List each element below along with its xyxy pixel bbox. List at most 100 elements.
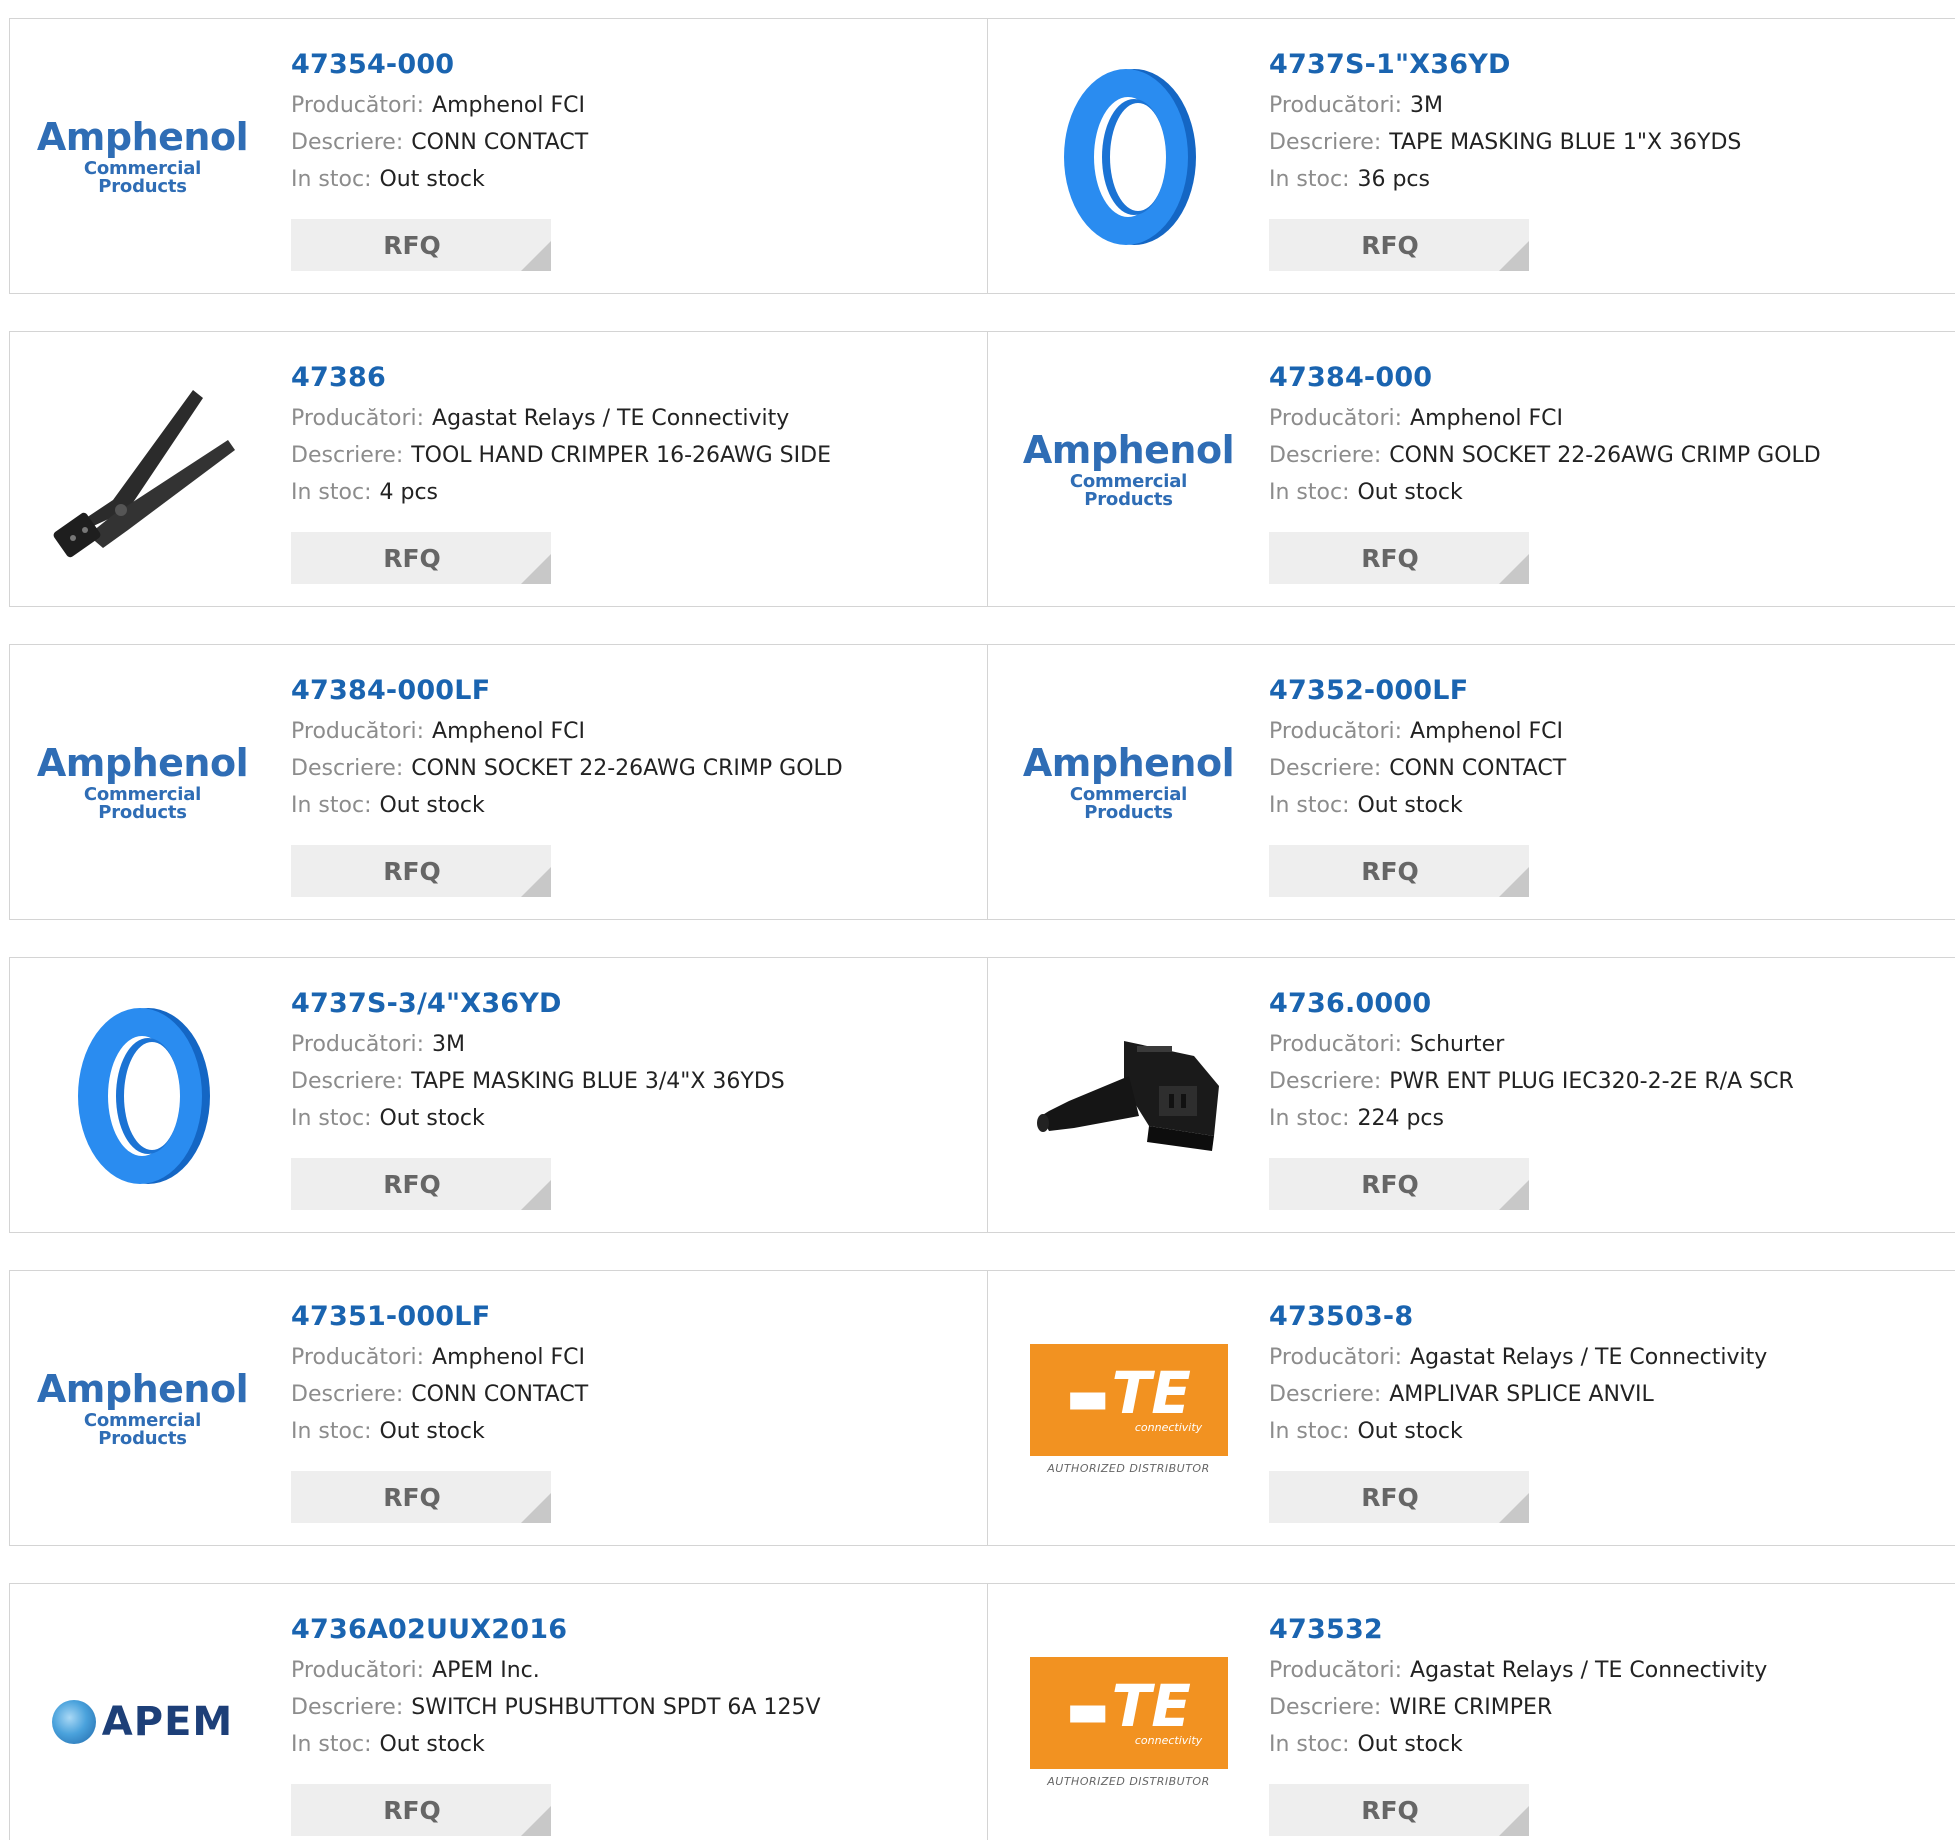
product-image[interactable]: Amphenol Commercial Products <box>36 683 249 883</box>
product-info: 47384-000LF Producători: Amphenol FCI Des… <box>291 673 843 824</box>
product-image[interactable] <box>40 996 245 1196</box>
rfq-button[interactable]: RFQ <box>291 1158 551 1210</box>
stock-label: In stoc: <box>1269 167 1350 192</box>
stock-value: Out stock <box>379 793 485 818</box>
part-number-link[interactable]: 47354-000 <box>291 47 588 87</box>
product-image[interactable]: Amphenol Commercial Products <box>1022 683 1235 883</box>
description-label: Descriere: <box>1269 130 1382 155</box>
product-image[interactable] <box>1026 996 1231 1196</box>
amphenol-logo: Amphenol Commercial Products <box>1022 741 1235 823</box>
product-image[interactable]: Amphenol Commercial Products <box>1023 370 1235 570</box>
manufacturer-label: Producători: <box>291 1032 425 1057</box>
description-value: CONN CONTACT <box>411 1382 589 1407</box>
hand-crimper-image <box>53 390 235 558</box>
part-number-link[interactable]: 4737S-1"X36YD <box>1269 47 1741 87</box>
product-info: 47352-000LF Producători: Amphenol FCI Des… <box>1269 673 1566 824</box>
stock-label: In stoc: <box>291 793 372 818</box>
manufacturer-label: Producători: <box>1269 406 1403 431</box>
apem-logo: APEM <box>51 1699 233 1745</box>
description-label: Descriere: <box>291 1382 404 1407</box>
part-number-link[interactable]: 473503-8 <box>1269 1299 1767 1339</box>
stock-label: In stoc: <box>291 1419 372 1444</box>
product-card: Amphenol Commercial Products 47354-000 P… <box>9 18 988 294</box>
description-label: Descriere: <box>291 1069 404 1094</box>
product-image[interactable] <box>40 370 245 570</box>
part-number-link[interactable]: 4736A02UUX2016 <box>291 1612 821 1652</box>
manufacturer-label: Producători: <box>291 1345 425 1370</box>
description-label: Descriere: <box>1269 1069 1382 1094</box>
manufacturer-row: Producători: Amphenol FCI <box>1269 400 1821 437</box>
stock-row: In stoc: Out stock <box>291 161 588 198</box>
stock-row: In stoc: 224 pcs <box>1269 1100 1794 1137</box>
rfq-button[interactable]: RFQ <box>291 532 551 584</box>
description-row: Descriere: TOOL HAND CRIMPER 16-26AWG SID… <box>291 437 831 474</box>
product-image[interactable]: ▬ TE connectivity AUTHORIZED DISTRIBUTOR <box>1026 1309 1231 1509</box>
manufacturer-row: Producători: 3M <box>291 1026 785 1063</box>
stock-row: In stoc: Out stock <box>1269 1726 1767 1763</box>
rfq-button[interactable]: RFQ <box>291 845 551 897</box>
rfq-button[interactable]: RFQ <box>1269 532 1529 584</box>
stock-value: 224 pcs <box>1357 1106 1444 1131</box>
product-image[interactable]: Amphenol Commercial Products <box>37 57 249 257</box>
manufacturer-label: Producători: <box>291 406 425 431</box>
manufacturer-value: Amphenol FCI <box>432 93 585 118</box>
product-card: Amphenol Commercial Products 47384-000 P… <box>987 331 1955 607</box>
description-row: Descriere: CONN CONTACT <box>1269 750 1566 787</box>
stock-row: In stoc: Out stock <box>291 1100 785 1137</box>
part-number-link[interactable]: 4737S-3/4"X36YD <box>291 986 785 1026</box>
apem-globe-icon <box>51 1700 96 1744</box>
part-number-link[interactable]: 47384-000LF <box>291 673 843 713</box>
product-info: 47351-000LF Producători: Amphenol FCI Des… <box>291 1299 588 1450</box>
rfq-button[interactable]: RFQ <box>291 219 551 271</box>
part-number-link[interactable]: 4736.0000 <box>1269 986 1794 1026</box>
part-number-link[interactable]: 47351-000LF <box>291 1299 588 1339</box>
description-label: Descriere: <box>1269 443 1382 468</box>
product-image[interactable]: ▬ TE connectivity AUTHORIZED DISTRIBUTOR <box>1026 1622 1231 1822</box>
product-image[interactable] <box>1026 57 1231 257</box>
rfq-button[interactable]: RFQ <box>291 1471 551 1523</box>
manufacturer-row: Producători: Amphenol FCI <box>291 87 588 124</box>
description-value: CONN CONTACT <box>1389 756 1567 781</box>
amphenol-logo: Amphenol Commercial Products <box>36 741 249 823</box>
manufacturer-value: Amphenol FCI <box>1410 719 1563 744</box>
manufacturer-label: Producători: <box>1269 1658 1403 1683</box>
description-value: CONN SOCKET 22-26AWG CRIMP GOLD <box>411 756 843 781</box>
product-image[interactable]: APEM <box>40 1622 245 1822</box>
manufacturer-label: Producători: <box>291 1658 425 1683</box>
rfq-button[interactable]: RFQ <box>291 1784 551 1836</box>
rfq-button[interactable]: RFQ <box>1269 1784 1529 1836</box>
description-value: TOOL HAND CRIMPER 16-26AWG SIDE <box>411 443 831 468</box>
te-logo: ▬ TE connectivity AUTHORIZED DISTRIBUTOR <box>1029 1656 1228 1788</box>
manufacturer-value: Amphenol FCI <box>1410 406 1563 431</box>
product-info: 473532 Producători: Agastat Relays / TE C… <box>1269 1612 1767 1763</box>
product-card: APEM 4736A02UUX2016 Producători: APEM Inc… <box>9 1583 988 1840</box>
stock-label: In stoc: <box>1269 1106 1350 1131</box>
description-value: TAPE MASKING BLUE 1"X 36YDS <box>1389 130 1742 155</box>
stock-label: In stoc: <box>291 480 372 505</box>
rfq-button[interactable]: RFQ <box>1269 219 1529 271</box>
stock-row: In stoc: 36 pcs <box>1269 161 1741 198</box>
manufacturer-row: Producători: Amphenol FCI <box>291 1339 588 1376</box>
manufacturer-row: Producători: Schurter <box>1269 1026 1794 1063</box>
manufacturer-value: Amphenol FCI <box>432 1345 585 1370</box>
part-number-link[interactable]: 47384-000 <box>1269 360 1821 400</box>
part-number-link[interactable]: 473532 <box>1269 1612 1767 1652</box>
part-number-link[interactable]: 47386 <box>291 360 831 400</box>
stock-row: In stoc: Out stock <box>1269 787 1566 824</box>
manufacturer-row: Producători: Amphenol FCI <box>291 713 843 750</box>
description-label: Descriere: <box>291 756 404 781</box>
description-row: Descriere: CONN CONTACT <box>291 1376 588 1413</box>
product-image[interactable]: Amphenol Commercial Products <box>37 1309 249 1509</box>
rfq-button[interactable]: RFQ <box>1269 1158 1529 1210</box>
rfq-button[interactable]: RFQ <box>1269 845 1529 897</box>
manufacturer-label: Producători: <box>291 93 425 118</box>
manufacturer-value: APEM Inc. <box>432 1658 540 1683</box>
rfq-button[interactable]: RFQ <box>1269 1471 1529 1523</box>
description-label: Descriere: <box>291 1695 404 1720</box>
part-number-link[interactable]: 47352-000LF <box>1269 673 1566 713</box>
description-value: PWR ENT PLUG IEC320-2-2E R/A SCR <box>1389 1069 1794 1094</box>
description-row: Descriere: TAPE MASKING BLUE 1"X 36YDS <box>1269 124 1741 161</box>
te-logo: ▬ TE connectivity AUTHORIZED DISTRIBUTOR <box>1029 1343 1228 1475</box>
stock-row: In stoc: Out stock <box>291 787 843 824</box>
product-info: 47354-000 Producători: Amphenol FCI Descr… <box>291 47 588 198</box>
